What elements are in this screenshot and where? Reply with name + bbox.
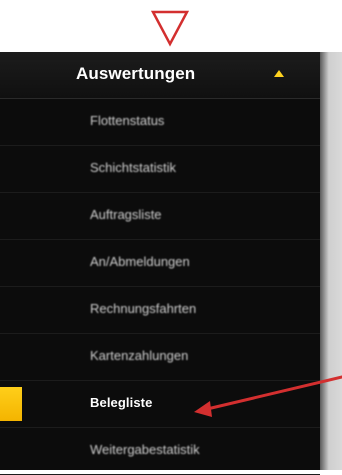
menu-list: Flottenstatus Schichtstatistik Auftragsl… bbox=[0, 99, 320, 475]
menu-item-auftragsliste[interactable]: Auftragsliste bbox=[0, 193, 320, 240]
menu-item-label: Weitergabestatistik bbox=[90, 442, 200, 457]
menu-header-label: Auswertungen bbox=[76, 64, 196, 83]
menu-item-label: Rechnungsfahrten bbox=[90, 301, 197, 316]
scroll-area-edge bbox=[320, 52, 342, 470]
menu-item-label: Flottenstatus bbox=[90, 113, 165, 128]
menu-item-flottenstatus[interactable]: Flottenstatus bbox=[0, 99, 320, 146]
menu-item-an-abmeldungen[interactable]: An/Abmeldungen bbox=[0, 240, 320, 287]
menu-item-kartenzahlungen[interactable]: Kartenzahlungen bbox=[0, 334, 320, 381]
menu-item-rechnungsfahrten[interactable]: Rechnungsfahrten bbox=[0, 287, 320, 334]
menu-panel: Auswertungen Flottenstatus Schichtstatis… bbox=[0, 52, 320, 475]
menu-header-auswertungen[interactable]: Auswertungen bbox=[0, 52, 320, 99]
menu-item-label: An/Abmeldungen bbox=[90, 254, 190, 269]
active-indicator bbox=[0, 387, 22, 421]
menu-item-label: Belegliste bbox=[90, 395, 153, 410]
menu-item-label: Schichtstatistik bbox=[90, 160, 176, 175]
menu-item-label: Auftragsliste bbox=[90, 207, 162, 222]
menu-item-label: Kartenzahlungen bbox=[90, 348, 189, 363]
down-triangle-marker-icon bbox=[150, 10, 190, 47]
caret-up-icon bbox=[274, 70, 284, 77]
menu-item-schichtstatistik[interactable]: Schichtstatistik bbox=[0, 146, 320, 193]
menu-item-belegliste[interactable]: Belegliste bbox=[0, 381, 320, 428]
menu-item-weitergabestatistik[interactable]: Weitergabestatistik bbox=[0, 428, 320, 475]
